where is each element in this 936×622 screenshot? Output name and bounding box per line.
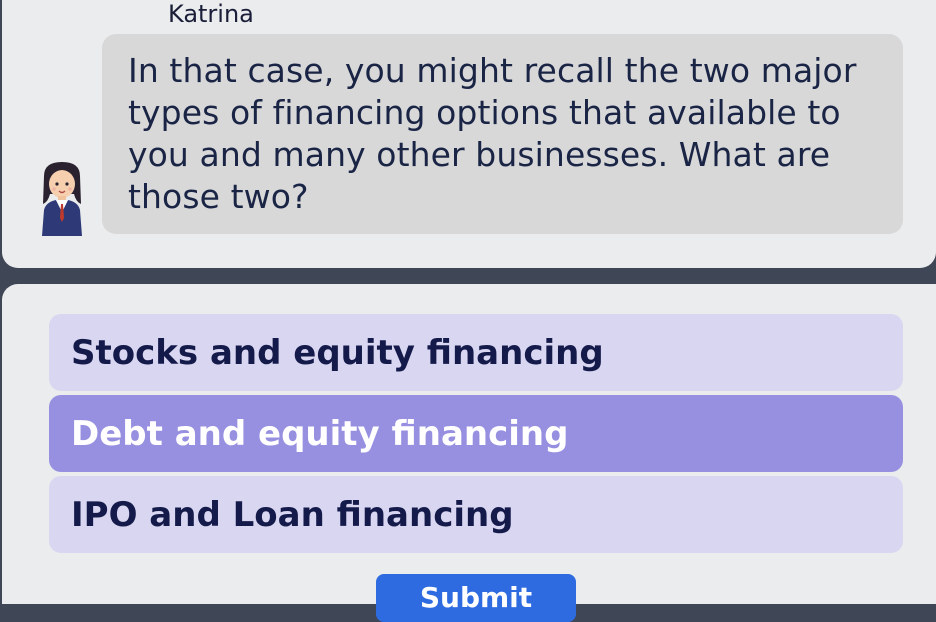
- answer-option-stocks-equity[interactable]: Stocks and equity financing: [49, 314, 903, 391]
- answer-panel: Stocks and equity financing Debt and equ…: [2, 284, 936, 622]
- answer-option-ipo-loan[interactable]: IPO and Loan financing: [49, 476, 903, 553]
- avatar-icon: [42, 162, 82, 236]
- answer-options: Stocks and equity financing Debt and equ…: [49, 314, 903, 557]
- message-bubble: In that case, you might recall the two m…: [102, 34, 903, 234]
- speaker-name: Katrina: [168, 0, 254, 28]
- submit-button[interactable]: Submit: [376, 574, 576, 622]
- answer-option-debt-equity[interactable]: Debt and equity financing: [49, 395, 903, 472]
- chat-panel: Katrina In that case, you might recall t…: [2, 0, 936, 268]
- message-text: In that case, you might recall the two m…: [128, 51, 857, 216]
